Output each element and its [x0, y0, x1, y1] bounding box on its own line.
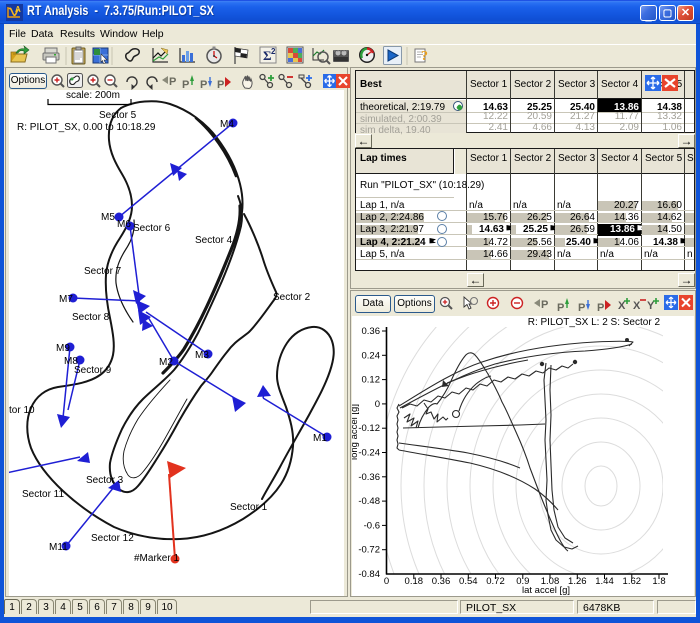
- svg-text:scale: 200m: scale: 200m: [66, 90, 120, 101]
- svg-text:1.44: 1.44: [595, 576, 614, 587]
- svg-text:1.8: 1.8: [652, 576, 665, 587]
- svg-text:Sector 5: Sector 5: [99, 110, 137, 121]
- svg-text:0: 0: [375, 399, 380, 410]
- svg-text:0.36: 0.36: [432, 576, 451, 587]
- svg-text:P: P: [557, 302, 564, 314]
- svg-text:0.24: 0.24: [362, 350, 381, 361]
- svg-text:P: P: [578, 302, 585, 314]
- svg-text:Sector 9: Sector 9: [74, 365, 112, 376]
- svg-text:0.36: 0.36: [362, 326, 381, 337]
- svg-text:-0.12: -0.12: [358, 423, 380, 434]
- svg-text:M1: M1: [313, 433, 327, 444]
- svg-text:lat accel [g]: lat accel [g]: [522, 585, 570, 596]
- svg-text:M7: M7: [59, 294, 73, 305]
- svg-text:-0.24: -0.24: [358, 448, 380, 459]
- svg-text:-0.48: -0.48: [358, 496, 380, 507]
- svg-text:M8: M8: [64, 356, 78, 367]
- svg-text:P: P: [597, 302, 604, 314]
- svg-text:tor 10: tor 10: [9, 405, 35, 416]
- svg-text:Sector 11: Sector 11: [22, 489, 64, 500]
- svg-text:#Marker 1: #Marker 1: [134, 553, 179, 564]
- svg-text:0.18: 0.18: [405, 576, 424, 587]
- svg-text:0.72: 0.72: [486, 576, 505, 587]
- svg-text:0.54: 0.54: [459, 576, 478, 587]
- svg-text:0.12: 0.12: [362, 375, 381, 386]
- svg-text:Sector 6: Sector 6: [133, 223, 171, 234]
- svg-text:Sector 4: Sector 4: [195, 235, 233, 246]
- svg-text:R: PILOT_SX, 0.00 to 10:18.29: R: PILOT_SX, 0.00 to 10:18.29: [17, 122, 156, 133]
- svg-text:M2: M2: [159, 357, 173, 368]
- svg-text:Sector 3: Sector 3: [86, 475, 124, 486]
- svg-text:Sector 12: Sector 12: [91, 533, 134, 544]
- svg-text:2: 2: [271, 47, 276, 56]
- svg-text:A: A: [15, 5, 21, 14]
- svg-text:M6: M6: [117, 219, 131, 230]
- svg-text:1.62: 1.62: [623, 576, 642, 587]
- svg-text:M9: M9: [56, 343, 70, 354]
- svg-text:1.26: 1.26: [568, 576, 587, 587]
- svg-text:X: X: [633, 300, 641, 312]
- svg-text:M4: M4: [220, 119, 234, 130]
- svg-text:M5: M5: [101, 212, 115, 223]
- svg-text:-0.72: -0.72: [358, 545, 380, 556]
- svg-text:Sector 1: Sector 1: [230, 502, 268, 513]
- svg-text:Sector 7: Sector 7: [84, 266, 122, 277]
- svg-text:M3: M3: [195, 350, 209, 361]
- svg-text:0: 0: [384, 576, 389, 587]
- svg-text:?: ?: [421, 49, 428, 64]
- svg-text:P: P: [169, 76, 176, 88]
- svg-text:-0.6: -0.6: [364, 520, 380, 531]
- svg-text:P: P: [541, 299, 548, 311]
- svg-text:-0.84: -0.84: [358, 569, 380, 580]
- svg-text:M11: M11: [49, 542, 68, 553]
- svg-text:-0.36: -0.36: [358, 472, 380, 483]
- svg-text:Sector 8: Sector 8: [72, 312, 110, 323]
- svg-text:Sector 2: Sector 2: [273, 292, 311, 303]
- svg-text:long accel [g]: long accel [g]: [352, 404, 360, 460]
